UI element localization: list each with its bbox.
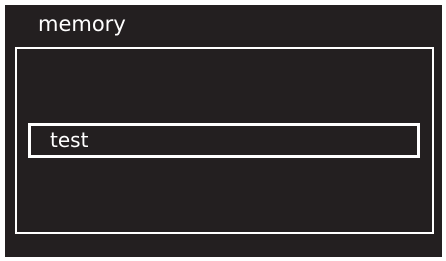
memory-list: test (15, 47, 434, 234)
list-item-label: test (50, 128, 89, 152)
list-item-selected[interactable]: test (28, 123, 420, 158)
screen-title: memory (38, 12, 126, 36)
device-screen: memory test (5, 5, 442, 257)
